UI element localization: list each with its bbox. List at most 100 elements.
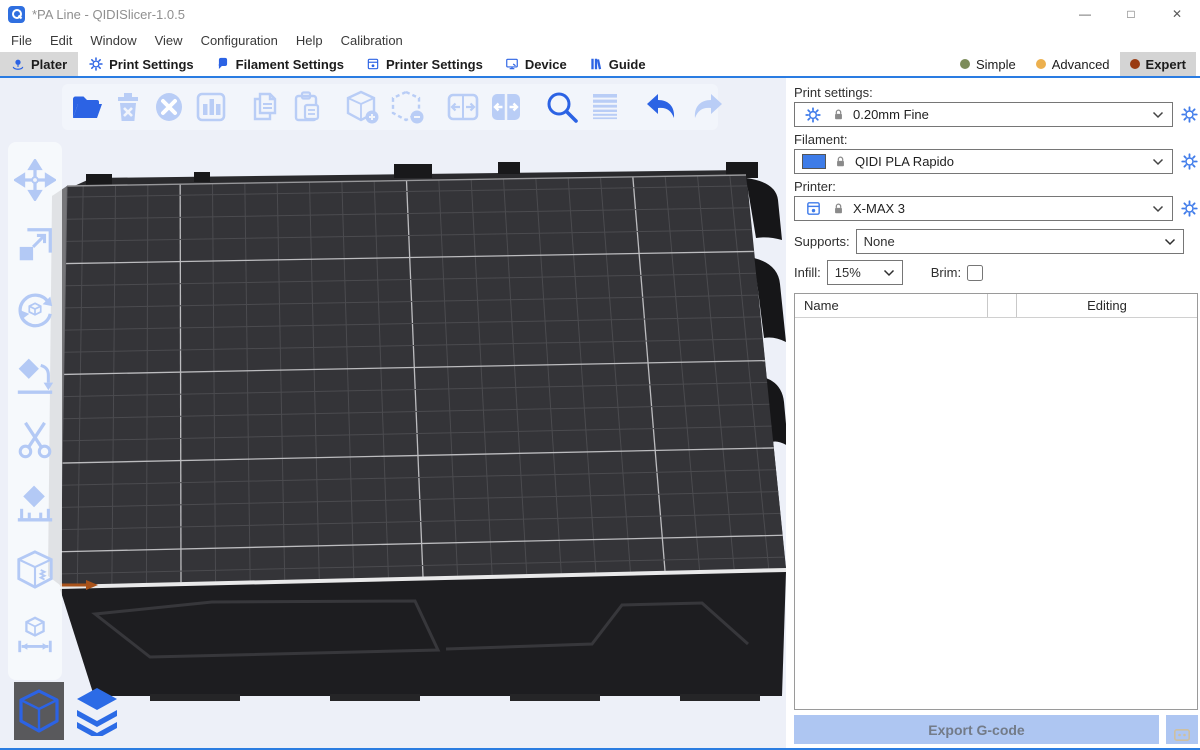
place-on-face-icon (14, 354, 56, 396)
menu-view[interactable]: View (146, 33, 192, 48)
filament-combo[interactable]: QIDI PLA Rapido (794, 149, 1173, 174)
chevron-down-icon (1164, 234, 1176, 249)
tab-device[interactable]: Device (494, 52, 578, 76)
export-gcode-button[interactable]: Export G-code (794, 715, 1159, 744)
delete-button[interactable] (113, 88, 143, 126)
remove-instance-button[interactable] (389, 88, 425, 126)
close-button[interactable]: ✕ (1154, 0, 1200, 28)
preview-layers-view-button[interactable] (72, 682, 122, 740)
printer-icon (802, 200, 824, 217)
place-on-face-gizmo-button[interactable] (13, 353, 57, 397)
gear-icon (89, 57, 103, 71)
paint-supports-gizmo-button[interactable] (13, 483, 57, 527)
redo-button[interactable] (689, 88, 725, 126)
gizmo-toolbar (8, 142, 62, 680)
search-icon (544, 89, 580, 125)
viewport-toolbar (62, 84, 718, 130)
delete-trash-icon (113, 91, 143, 123)
cut-gizmo-button[interactable] (13, 418, 57, 462)
paste-button[interactable] (291, 88, 323, 126)
print-settings-label: Print settings: (794, 84, 1200, 102)
variable-layer-height-button[interactable] (589, 88, 621, 126)
tab-guide[interactable]: Guide (578, 52, 657, 76)
mode-expert[interactable]: Expert (1120, 52, 1196, 76)
plater-icon (11, 57, 25, 71)
seam-gizmo-button[interactable] (13, 548, 57, 592)
scale-icon (14, 224, 56, 266)
supports-combo[interactable]: None (856, 229, 1184, 254)
delete-all-button[interactable] (152, 88, 186, 126)
column-editing[interactable]: Editing (1017, 294, 1197, 317)
supports-value: None (864, 234, 1157, 249)
tab-print-settings[interactable]: Print Settings (78, 52, 205, 76)
tab-filament-settings[interactable]: Filament Settings (205, 52, 355, 76)
split-objects-icon (446, 91, 480, 123)
object-list-body[interactable] (795, 318, 1197, 709)
mode-selector: Simple Advanced Expert (950, 52, 1196, 76)
gear-icon (802, 107, 824, 123)
cut-scissors-icon (14, 419, 56, 461)
object-list: Name Editing (794, 293, 1198, 710)
move-gizmo-button[interactable] (13, 158, 57, 202)
lock-icon (831, 107, 846, 122)
menu-file[interactable]: File (2, 33, 41, 48)
undo-button[interactable] (644, 88, 680, 126)
menu-window[interactable]: Window (81, 33, 145, 48)
filament-label: Filament: (794, 131, 1200, 149)
build-plate-scene (0, 78, 786, 748)
tab-printer-settings[interactable]: Printer Settings (355, 52, 494, 76)
view-mode-buttons (14, 682, 122, 740)
edit-print-settings-button[interactable] (1178, 106, 1200, 123)
printer-label: Printer: (794, 178, 1200, 196)
search-button[interactable] (544, 88, 580, 126)
tab-filament-settings-label: Filament Settings (236, 57, 344, 72)
lock-icon (831, 201, 846, 216)
measure-gizmo-button[interactable] (13, 613, 57, 657)
layer-height-icon (589, 91, 621, 123)
simple-dot-icon (960, 59, 970, 69)
split-objects-button[interactable] (446, 88, 480, 126)
edit-filament-button[interactable] (1178, 153, 1200, 170)
maximize-button[interactable]: □ (1108, 0, 1154, 28)
edit-printer-button[interactable] (1178, 200, 1200, 217)
printer-combo[interactable]: X-MAX 3 (794, 196, 1173, 221)
app-window: *PA Line - QIDISlicer-1.0.5 — □ ✕ File E… (0, 0, 1200, 750)
menu-help[interactable]: Help (287, 33, 332, 48)
redo-icon (689, 91, 725, 123)
open-button[interactable] (70, 88, 104, 126)
delete-all-icon (152, 90, 186, 124)
column-extruder[interactable] (988, 294, 1017, 317)
3d-viewport[interactable] (0, 78, 786, 748)
chevron-down-icon (883, 265, 895, 280)
tab-plater[interactable]: Plater (0, 52, 78, 76)
menu-bar: File Edit Window View Configuration Help… (0, 28, 1200, 52)
open-folder-icon (70, 92, 104, 122)
mode-simple[interactable]: Simple (950, 52, 1026, 76)
supports-label: Supports: (794, 234, 850, 249)
menu-configuration[interactable]: Configuration (192, 33, 287, 48)
print-settings-combo[interactable]: 0.20mm Fine (794, 102, 1173, 127)
print-settings-value: 0.20mm Fine (853, 107, 1145, 122)
column-name[interactable]: Name (795, 294, 988, 317)
paste-icon (291, 90, 323, 124)
arrange-button[interactable] (195, 88, 227, 126)
minimize-button[interactable]: — (1062, 0, 1108, 28)
tab-plater-label: Plater (31, 57, 67, 72)
brim-label: Brim: (931, 265, 961, 280)
add-instance-button[interactable] (344, 88, 380, 126)
rotate-gizmo-button[interactable] (13, 288, 57, 332)
copy-icon (248, 90, 282, 124)
infill-combo[interactable]: 15% (827, 260, 903, 285)
brim-checkbox[interactable] (967, 265, 983, 281)
copy-button[interactable] (248, 88, 282, 126)
split-parts-button[interactable] (489, 88, 523, 126)
menu-calibration[interactable]: Calibration (332, 33, 412, 48)
export-removable-button[interactable] (1166, 715, 1198, 744)
supports-icon (14, 484, 56, 526)
mode-advanced[interactable]: Advanced (1026, 52, 1120, 76)
filament-color-swatch (802, 154, 826, 169)
3d-editor-view-button[interactable] (14, 682, 64, 740)
menu-edit[interactable]: Edit (41, 33, 81, 48)
infill-value: 15% (835, 265, 876, 280)
scale-gizmo-button[interactable] (13, 223, 57, 267)
